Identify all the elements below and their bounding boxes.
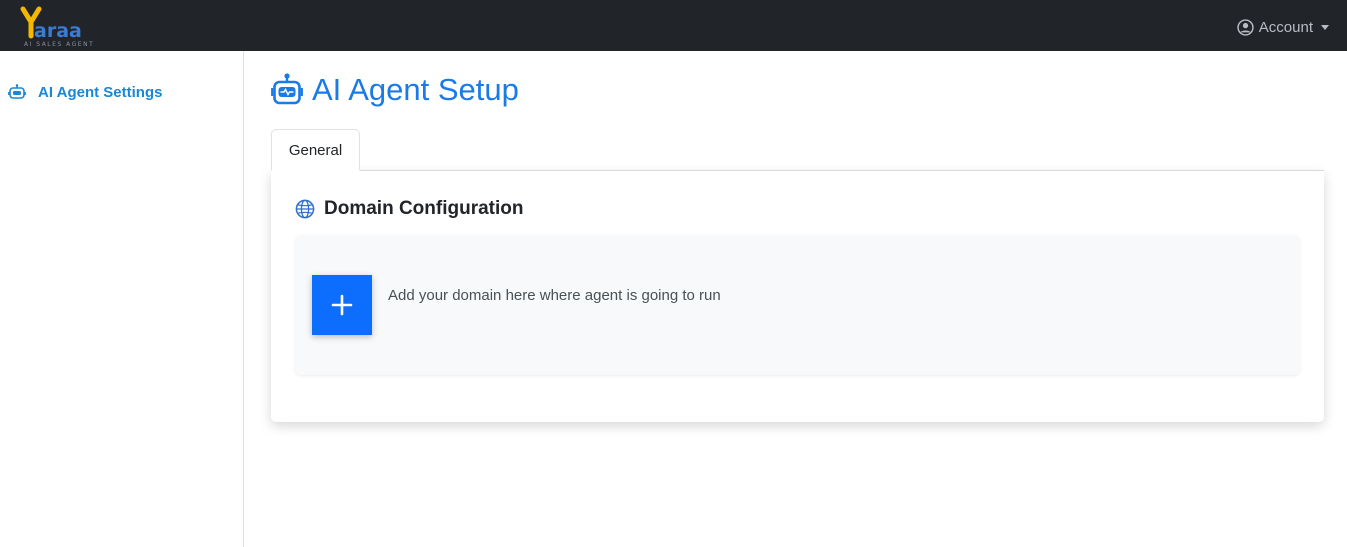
top-navbar: araa AI SALES AGENT Account [0, 0, 1347, 51]
page-title: AI Agent Setup [271, 70, 519, 110]
account-menu[interactable]: Account [1237, 17, 1329, 37]
section-title-text: Domain Configuration [324, 198, 524, 219]
user-circle-icon [1237, 18, 1254, 36]
robot-icon [8, 84, 26, 99]
sidebar: AI Agent Settings [0, 51, 244, 547]
sidebar-item-label: AI Agent Settings [38, 83, 163, 101]
tab-general[interactable]: General [271, 129, 360, 171]
domain-configuration-card: Domain Configuration Add your domain her… [271, 171, 1324, 422]
page-title-text: AI Agent Setup [312, 72, 519, 107]
globe-icon [295, 199, 315, 219]
account-label: Account [1258, 18, 1313, 36]
tab-label: General [288, 141, 343, 159]
svg-text:araa: araa [34, 20, 82, 42]
add-domain-button[interactable] [312, 275, 372, 335]
svg-text:AI SALES AGENT: AI SALES AGENT [24, 41, 94, 48]
domain-add-panel: Add your domain here where agent is goin… [295, 235, 1300, 375]
section-title: Domain Configuration [295, 197, 523, 221]
brand-logo[interactable]: araa AI SALES AGENT [20, 6, 110, 48]
robot-icon [271, 73, 303, 105]
chevron-down-icon [1321, 25, 1329, 30]
plus-icon [331, 294, 353, 316]
add-domain-hint: Add your domain here where agent is goin… [388, 287, 721, 304]
sidebar-item-ai-agent-settings[interactable]: AI Agent Settings [8, 81, 162, 103]
